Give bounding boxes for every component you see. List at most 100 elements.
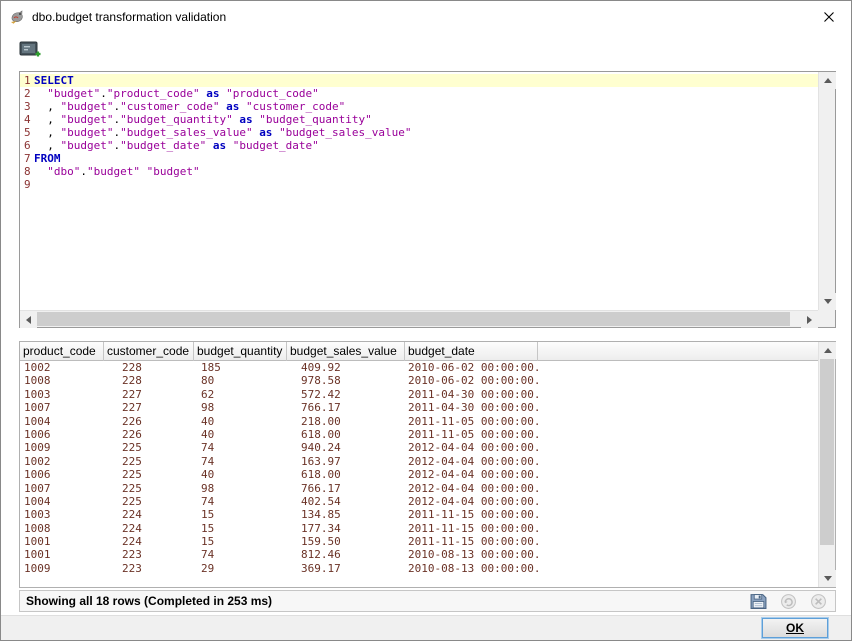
table-cell: 2010-08-13 00:00:00.0: [405, 548, 538, 561]
cancel-query-button[interactable]: [810, 593, 827, 610]
scroll-right-button[interactable]: [801, 311, 818, 328]
table-row[interactable]: 100622640618.002011-11-05 00:00:00.0: [20, 428, 818, 441]
table-cell: 218.00: [287, 415, 405, 428]
scrollbar-corner: [818, 310, 835, 327]
code-line[interactable]: 9: [20, 178, 818, 191]
table-cell: 1006: [20, 428, 104, 441]
table-row[interactable]: 100322762572.422011-04-30 00:00:00.0: [20, 388, 818, 401]
code-text: , "budget"."customer_code" as "customer_…: [34, 100, 345, 113]
table-row[interactable]: 100422640218.002011-11-05 00:00:00.0: [20, 415, 818, 428]
table-cell: 40: [194, 415, 287, 428]
bottom-bar: OK: [1, 615, 851, 640]
results-vertical-scrollbar[interactable]: [818, 342, 835, 587]
save-results-button[interactable]: [750, 593, 767, 610]
table-row[interactable]: 100822880978.582010-06-02 00:00:00.0: [20, 374, 818, 387]
code-text: , "budget"."budget_quantity" as "budget_…: [34, 113, 372, 126]
rerun-query-button[interactable]: [780, 593, 797, 610]
code-line[interactable]: 2 "budget"."product_code" as "product_co…: [20, 87, 818, 100]
scroll-up-button[interactable]: [819, 342, 836, 359]
table-cell: 134.85: [287, 508, 405, 521]
table-cell: 2010-08-13 00:00:00.0: [405, 562, 538, 575]
scroll-up-button[interactable]: [819, 72, 836, 89]
table-row[interactable]: 100622540618.002012-04-04 00:00:00.0: [20, 468, 818, 481]
column-header-customer_code[interactable]: customer_code: [104, 342, 194, 361]
editor-vertical-scrollbar[interactable]: [818, 72, 835, 310]
scroll-down-button[interactable]: [819, 293, 836, 310]
table-cell: 228: [104, 374, 194, 387]
sql-console-button[interactable]: [17, 39, 43, 63]
table-cell: 1009: [20, 562, 104, 575]
table-cell: 618.00: [287, 428, 405, 441]
code-text: FROM: [34, 152, 61, 165]
editor-code-lines[interactable]: 1SELECT2 "budget"."product_code" as "pro…: [20, 72, 818, 310]
table-cell: 402.54: [287, 495, 405, 508]
table-cell: 225: [104, 468, 194, 481]
table-cell: 225: [104, 495, 194, 508]
table-row[interactable]: 100722798766.172011-04-30 00:00:00.0: [20, 401, 818, 414]
table-cell: 572.42: [287, 388, 405, 401]
column-header-product_code[interactable]: product_code: [20, 342, 104, 361]
arrow-down-icon: [824, 299, 832, 304]
window-title: dbo.budget transformation validation: [32, 10, 226, 24]
window-close-button[interactable]: [806, 1, 851, 33]
table-cell: 2012-04-04 00:00:00.0: [405, 441, 538, 454]
table-cell: 15: [194, 508, 287, 521]
code-text: "dbo"."budget" "budget": [34, 165, 200, 178]
vertical-scroll-thumb[interactable]: [820, 359, 834, 545]
table-cell: 1007: [20, 401, 104, 414]
line-number: 2: [20, 87, 34, 100]
table-cell: 226: [104, 415, 194, 428]
table-cell: 2010-06-02 00:00:00.0: [405, 374, 538, 387]
table-cell: 227: [104, 388, 194, 401]
code-line[interactable]: 6 , "budget"."budget_date" as "budget_da…: [20, 139, 818, 152]
table-cell: 80: [194, 374, 287, 387]
table-row[interactable]: 1002228185409.922010-06-02 00:00:00.0: [20, 361, 818, 374]
scroll-down-button[interactable]: [819, 570, 836, 587]
code-line[interactable]: 4 , "budget"."budget_quantity" as "budge…: [20, 113, 818, 126]
table-row[interactable]: 100922574940.242012-04-04 00:00:00.0: [20, 441, 818, 454]
table-row[interactable]: 100322415134.852011-11-15 00:00:00.0: [20, 508, 818, 521]
status-text: Showing all 18 rows (Completed in 253 ms…: [20, 594, 272, 608]
column-header-budget_date[interactable]: budget_date: [405, 342, 538, 361]
line-number: 6: [20, 139, 34, 152]
code-line[interactable]: 5 , "budget"."budget_sales_value" as "bu…: [20, 126, 818, 139]
results-grid: product_codecustomer_codebudget_quantity…: [19, 341, 836, 588]
table-cell: 223: [104, 548, 194, 561]
table-row[interactable]: 100922329369.172010-08-13 00:00:00.0: [20, 562, 818, 575]
table-cell: 2011-11-15 00:00:00.0: [405, 522, 538, 535]
table-row[interactable]: 100722598766.172012-04-04 00:00:00.0: [20, 482, 818, 495]
code-line[interactable]: 8 "dbo"."budget" "budget": [20, 165, 818, 178]
table-cell: 2011-11-05 00:00:00.0: [405, 415, 538, 428]
results-body[interactable]: 1002228185409.922010-06-02 00:00:00.0100…: [20, 361, 818, 587]
code-line[interactable]: 1SELECT: [20, 74, 818, 87]
table-cell: 1007: [20, 482, 104, 495]
table-cell: 1006: [20, 468, 104, 481]
table-row[interactable]: 100822415177.342011-11-15 00:00:00.0: [20, 522, 818, 535]
table-row[interactable]: 100122415159.502011-11-15 00:00:00.0: [20, 535, 818, 548]
editor-horizontal-scrollbar[interactable]: [20, 310, 818, 327]
table-row[interactable]: 100122374812.462010-08-13 00:00:00.0: [20, 548, 818, 561]
table-cell: 224: [104, 535, 194, 548]
table-cell: 74: [194, 495, 287, 508]
table-cell: 2012-04-04 00:00:00.0: [405, 468, 538, 481]
arrow-up-icon: [824, 348, 832, 353]
table-cell: 369.17: [287, 562, 405, 575]
scroll-left-button[interactable]: [20, 311, 37, 328]
sql-editor[interactable]: 1SELECT2 "budget"."product_code" as "pro…: [19, 71, 836, 328]
horizontal-scroll-thumb[interactable]: [37, 312, 790, 326]
table-cell: 62: [194, 388, 287, 401]
ok-button[interactable]: OK: [762, 618, 828, 638]
table-row[interactable]: 100422574402.542012-04-04 00:00:00.0: [20, 495, 818, 508]
table-cell: 177.34: [287, 522, 405, 535]
table-cell: 225: [104, 455, 194, 468]
column-header-budget_sales_value[interactable]: budget_sales_value: [287, 342, 405, 361]
table-cell: 2012-04-04 00:00:00.0: [405, 455, 538, 468]
table-cell: 1004: [20, 495, 104, 508]
table-cell: 226: [104, 428, 194, 441]
code-line[interactable]: 7FROM: [20, 152, 818, 165]
table-row[interactable]: 100222574163.972012-04-04 00:00:00.0: [20, 455, 818, 468]
column-header-budget_quantity[interactable]: budget_quantity: [194, 342, 287, 361]
line-number: 9: [20, 178, 34, 191]
dialog-window: { "window": { "title": "dbo.budget trans…: [0, 0, 852, 641]
code-line[interactable]: 3 , "budget"."customer_code" as "custome…: [20, 100, 818, 113]
